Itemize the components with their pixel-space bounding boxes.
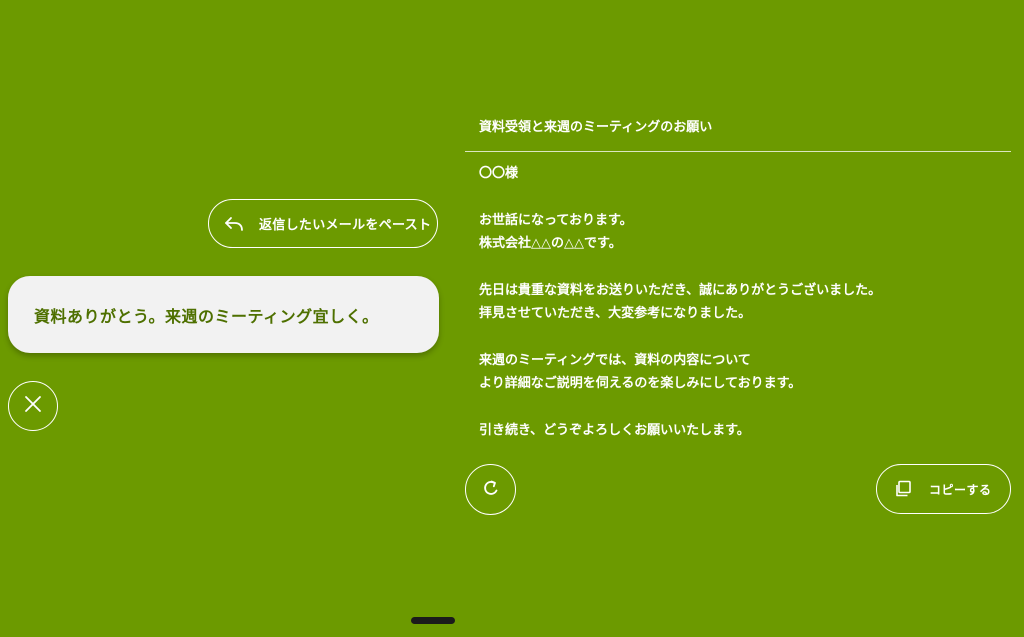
reply-line: 拝見させていただき、大変参考になりました。 bbox=[479, 306, 752, 321]
reply-paragraph: 来週のミーティングでは、資料の内容について より詳細なご説明を伺えるのを楽しみに… bbox=[479, 349, 1011, 396]
paste-email-button[interactable]: 返信したいメールをペースト bbox=[208, 199, 438, 248]
input-message-bubble[interactable]: 資料ありがとう。来週のミーティング宜しく。 bbox=[8, 276, 439, 353]
copy-icon bbox=[893, 479, 913, 499]
close-button[interactable] bbox=[8, 381, 58, 431]
reply-line: 引き続き、どうぞよろしくお願いいたします。 bbox=[479, 422, 750, 438]
reply-paragraph: 先日は貴重な資料をお送りいただき、誠にありがとうございました。 拝見させていただ… bbox=[479, 279, 1011, 326]
reply-subject: 資料受領と来週のミーティングのお願い bbox=[465, 105, 1011, 152]
reply-line: 来週のミーティングでは、資料の内容について bbox=[479, 352, 751, 368]
reply-line: 株式会社△△の△△です。 bbox=[479, 236, 622, 251]
copy-button-label: コピーする bbox=[929, 482, 992, 497]
reply-arrow-icon bbox=[223, 213, 245, 235]
refresh-icon bbox=[481, 478, 501, 502]
reply-paragraph: 引き続き、どうぞよろしくお願いいたします。 bbox=[479, 419, 1011, 443]
close-icon bbox=[24, 395, 42, 417]
reply-paragraph: お世話になっております。 株式会社△△の△△です。 bbox=[479, 209, 1011, 256]
generated-reply-panel: 資料受領と来週のミーティングのお願い 〇〇様 お世話になっております。 株式会社… bbox=[465, 105, 1011, 465]
regenerate-button[interactable] bbox=[465, 464, 516, 515]
reply-line: 先日は貴重な資料をお送りいただき、誠にありがとうございました。 bbox=[479, 282, 882, 298]
home-indicator[interactable] bbox=[411, 617, 455, 624]
input-message-text: 資料ありがとう。来週のミーティング宜しく。 bbox=[34, 306, 379, 326]
reply-line: 〇〇様 bbox=[479, 166, 519, 181]
reply-line: お世話になっております。 bbox=[479, 212, 633, 228]
copy-button[interactable]: コピーする bbox=[876, 464, 1011, 514]
reply-paragraph: 〇〇様 bbox=[479, 162, 1011, 186]
paste-email-label: 返信したいメールをペースト bbox=[259, 218, 432, 233]
reply-body: 〇〇様 お世話になっております。 株式会社△△の△△です。 先日は貴重な資料をお… bbox=[465, 152, 1011, 442]
reply-line: より詳細なご説明を伺えるのを楽しみにしております。 bbox=[479, 376, 802, 391]
